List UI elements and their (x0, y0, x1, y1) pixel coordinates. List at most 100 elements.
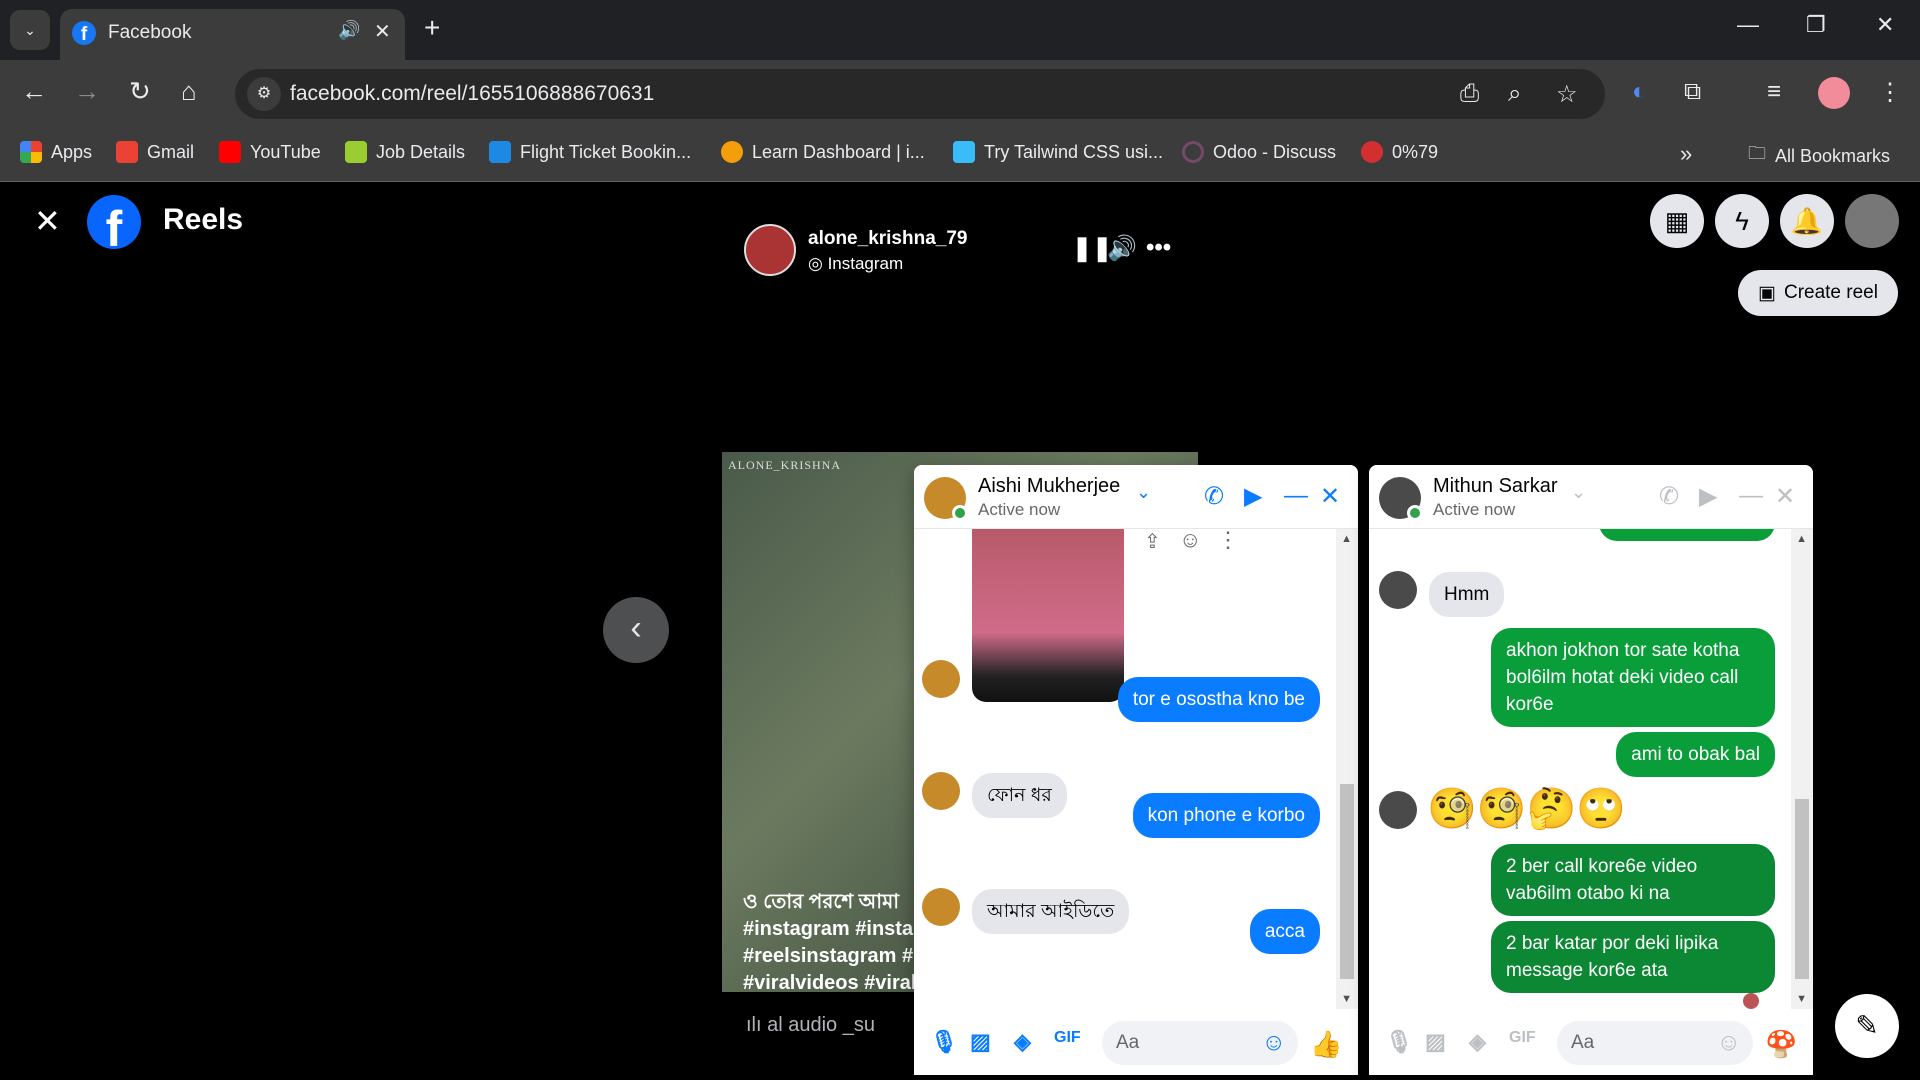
scroll-thumb[interactable] (1795, 799, 1809, 979)
message-list: ⇪ ☺ ⋮ tor e osostha kno be ফোন ধর kon ph… (914, 529, 1358, 1009)
browser-toolbar: ← → ↻ ⌂ ⚙ facebook.com/reel/165510688867… (0, 60, 1920, 128)
chat-header[interactable]: Aishi Mukherjee Active now ⌄ ✆ ▶ — ✕ (914, 465, 1358, 529)
emoji-icon[interactable]: ☺ (1716, 1029, 1741, 1057)
new-tab-button[interactable]: + (424, 12, 440, 44)
media-control-icon[interactable]: ≡ (1767, 78, 1781, 106)
previous-reel-chevron-icon[interactable]: ‹ (603, 597, 669, 663)
author-avatar[interactable] (744, 224, 796, 276)
bookmark-gmail[interactable]: Gmail (116, 141, 194, 163)
microphone-icon[interactable]: 🎙 (1385, 1029, 1413, 1055)
video-call-icon[interactable]: ▶ (1244, 482, 1262, 511)
share-icon[interactable]: ⇪ (1144, 529, 1161, 554)
close-window-button[interactable]: ✕ (1876, 12, 1894, 38)
sticker-icon[interactable]: ◈ (1014, 1029, 1031, 1055)
audio-label[interactable]: ılı al audio _su (746, 1014, 875, 1037)
bookmark-label: Flight Ticket Bookin... (520, 141, 692, 162)
bookmark-youtube[interactable]: YouTube (219, 141, 321, 163)
bookmark-apps[interactable]: Apps (20, 141, 92, 163)
reel-icon: ▣ (1758, 282, 1776, 304)
menu-grid-icon[interactable]: ▦ (1650, 194, 1704, 248)
scroll-up-arrow-icon[interactable]: ▲ (1341, 533, 1352, 545)
facebook-logo-icon[interactable]: f (87, 195, 141, 249)
notifications-bell-icon[interactable]: 🔔 (1780, 194, 1834, 248)
quick-reaction-icon[interactable]: 🍄 (1765, 1029, 1797, 1060)
contact-name[interactable]: Aishi Mukherjee (978, 475, 1120, 498)
emoji-react-icon[interactable]: ☺ (1179, 529, 1201, 553)
create-reel-button[interactable]: ▣ Create reel (1738, 270, 1898, 316)
home-icon[interactable]: ⌂ (181, 76, 197, 107)
bookmark-flight[interactable]: Flight Ticket Bookin... (489, 141, 691, 163)
zoom-icon[interactable]: ⌕ (1508, 80, 1521, 108)
reload-icon[interactable]: ↻ (129, 76, 151, 107)
gif-icon[interactable]: GIF (1054, 1029, 1081, 1047)
message-input[interactable]: Aa ☺ (1557, 1021, 1753, 1065)
chevron-down-icon[interactable]: ⌄ (1136, 482, 1151, 503)
bookmark-label: YouTube (250, 141, 321, 162)
close-chat-icon[interactable]: ✕ (1775, 482, 1795, 511)
scroll-down-arrow-icon[interactable]: ▼ (1341, 993, 1352, 1005)
close-chat-icon[interactable]: ✕ (1320, 482, 1340, 511)
message-incoming: ফোন ধর (972, 773, 1067, 818)
phone-call-icon[interactable]: ✆ (1659, 482, 1679, 511)
account-avatar[interactable] (1845, 194, 1899, 248)
chat-header[interactable]: Mithun Sarkar Active now ⌄ ✆ ▶ — ✕ (1369, 465, 1813, 529)
bookmark-tuf[interactable]: 0%79 (1361, 141, 1438, 163)
video-call-icon[interactable]: ▶ (1699, 482, 1717, 511)
more-options-icon[interactable]: ••• (1146, 234, 1171, 262)
emoji-icon[interactable]: ☺ (1261, 1029, 1286, 1057)
messenger-icon[interactable]: ϟ (1715, 194, 1769, 248)
author-name[interactable]: alone_krishna_79 (808, 228, 967, 250)
scroll-up-arrow-icon[interactable]: ▲ (1796, 533, 1807, 545)
chevron-down-icon[interactable]: ⌄ (1571, 482, 1586, 503)
restore-window-button[interactable]: ❐ (1806, 12, 1826, 38)
contact-name[interactable]: Mithun Sarkar (1433, 475, 1558, 498)
scrollbar[interactable]: ▲ ▼ (1791, 529, 1813, 1009)
sticker-icon[interactable]: ◈ (1469, 1029, 1486, 1055)
read-receipt-avatar (1743, 993, 1759, 1009)
url-text[interactable]: facebook.com/reel/1655106888670631 (290, 82, 654, 106)
gif-icon[interactable]: GIF (1509, 1029, 1536, 1047)
bookmark-job-details[interactable]: Job Details (345, 141, 465, 163)
gallery-icon[interactable]: ▨ (970, 1029, 991, 1055)
scroll-down-arrow-icon[interactable]: ▼ (1796, 993, 1807, 1005)
minimize-chat-icon[interactable]: — (1739, 482, 1763, 510)
gallery-icon[interactable]: ▨ (1425, 1029, 1446, 1055)
message-input[interactable]: Aa ☺ (1102, 1021, 1298, 1065)
install-app-icon[interactable]: ⎙ (1460, 80, 1479, 108)
bookmark-star-icon[interactable]: ☆ (1556, 80, 1578, 109)
bookmark-learn-dashboard[interactable]: Learn Dashboard | i... (721, 141, 925, 163)
microphone-icon[interactable]: 🎙 (930, 1029, 958, 1055)
volume-icon[interactable]: 🔊 (1107, 234, 1137, 263)
shared-image-attachment[interactable] (972, 529, 1124, 702)
phone-call-icon[interactable]: ✆ (1204, 482, 1224, 511)
minimize-chat-icon[interactable]: — (1284, 482, 1308, 510)
menu-kebab-icon[interactable]: ⋮ (1878, 78, 1902, 107)
minimize-window-button[interactable]: — (1737, 12, 1759, 38)
close-icon[interactable]: ✕ (34, 202, 61, 240)
bookmark-odoo[interactable]: Odoo - Discuss (1182, 141, 1336, 163)
extensions-puzzle-icon[interactable]: ⧉ (1684, 78, 1701, 106)
gmail-icon (116, 141, 138, 163)
scroll-thumb[interactable] (1340, 784, 1354, 979)
tab-search-button[interactable]: ⌄ (10, 10, 50, 50)
speaker-icon[interactable]: 🔊 (338, 20, 360, 41)
tailwind-icon (953, 141, 975, 163)
all-bookmarks-button[interactable]: 🗀 All Bookmarks (1748, 141, 1890, 171)
extension-icon[interactable]: ◐ (1632, 78, 1647, 106)
tab-facebook[interactable]: f Facebook 🔊 ✕ (60, 9, 405, 60)
close-tab-icon[interactable]: ✕ (374, 19, 391, 44)
thumbs-up-icon[interactable]: 👍 (1310, 1029, 1342, 1060)
more-bookmarks-button[interactable]: » (1680, 141, 1692, 167)
more-message-options-icon[interactable]: ⋮ (1217, 529, 1239, 553)
profile-avatar[interactable] (1818, 77, 1850, 109)
bookmark-tailwind[interactable]: Try Tailwind CSS usi... (953, 141, 1163, 163)
bookmarks-bar: Apps Gmail YouTube Job Details Flight Ti… (0, 128, 1920, 182)
message-outgoing-partial (1599, 529, 1775, 541)
site-info-icon[interactable]: ⚙ (247, 77, 281, 111)
back-arrow-icon[interactable]: ← (21, 76, 47, 107)
new-message-icon[interactable]: ✎ (1835, 994, 1899, 1058)
forward-arrow-icon[interactable]: → (74, 76, 100, 107)
audio-wave-icon: ılı (746, 1014, 762, 1036)
address-bar[interactable]: ⚙ facebook.com/reel/1655106888670631 ⎙ ⌕… (235, 69, 1605, 119)
scrollbar[interactable]: ▲ ▼ (1336, 529, 1358, 1009)
